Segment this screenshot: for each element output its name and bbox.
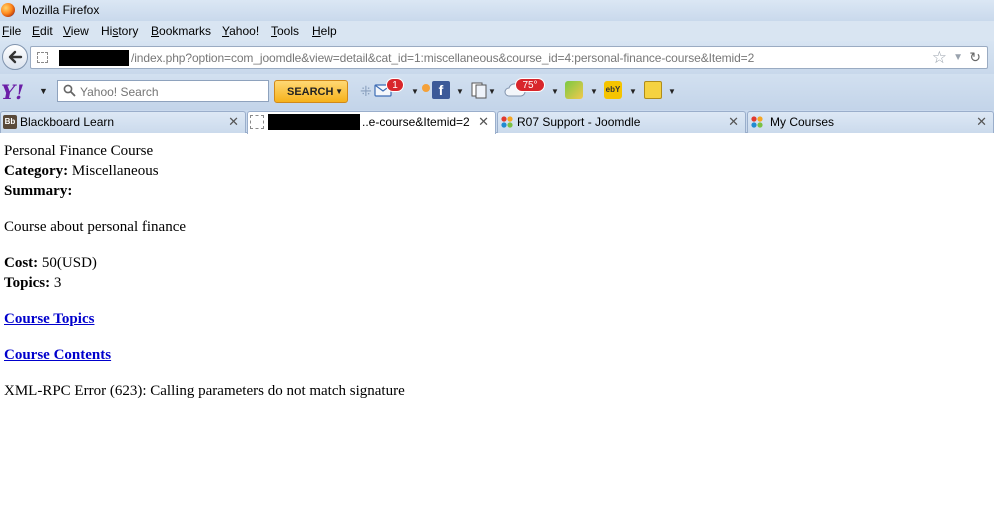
tab-blackboard-learn[interactable]: Bb Blackboard Learn ✕: [0, 111, 246, 133]
app-icon[interactable]: [565, 81, 583, 99]
sparkle-icon: [422, 84, 430, 92]
close-tab-icon[interactable]: ✕: [728, 114, 739, 130]
mail-chevron-down-icon[interactable]: ▼: [411, 87, 419, 96]
tab-course-detail[interactable]: ..e-course&Itemid=2 ✕: [247, 111, 496, 134]
category-row: Category: Miscellaneous: [4, 163, 159, 180]
app-chevron-down-icon[interactable]: ▼: [590, 87, 598, 96]
summary-text: Course about personal finance: [4, 219, 187, 235]
site-identity-icon[interactable]: [37, 52, 48, 63]
menu-tools[interactable]: Tools: [271, 24, 299, 38]
course-contents-row: Course Contents: [4, 347, 111, 364]
category-label: Category:: [4, 163, 69, 179]
navigation-bar: /index.php?option=com_joomdle&view=detai…: [0, 41, 994, 74]
close-tab-icon[interactable]: ✕: [976, 114, 987, 130]
reload-icon[interactable]: ↻: [969, 49, 981, 66]
page-icon: [250, 115, 264, 129]
url-text[interactable]: /index.php?option=com_joomdle&view=detai…: [131, 51, 754, 65]
menu-view[interactable]: View: [63, 24, 89, 38]
yahoo-search-box[interactable]: [57, 80, 269, 102]
yahoo-search-input[interactable]: [78, 82, 268, 102]
redacted-host: [59, 50, 129, 66]
close-tab-icon[interactable]: ✕: [478, 114, 489, 130]
weather-chevron-down-icon[interactable]: ▼: [551, 87, 559, 96]
joomla-icon: [751, 116, 763, 128]
tab-bar: Bb Blackboard Learn ✕ ..e-course&Itemid=…: [0, 110, 994, 134]
ebay-chevron-down-icon[interactable]: ▼: [629, 87, 637, 96]
facebook-icon[interactable]: f: [432, 81, 450, 99]
course-topics-row: Course Topics: [4, 311, 94, 328]
yahoo-logo-icon[interactable]: Y!: [1, 80, 24, 104]
yahoo-menu-chevron-down-icon[interactable]: ▼: [39, 86, 48, 96]
window-title: Mozilla Firefox: [22, 3, 100, 17]
menu-file[interactable]: File: [2, 24, 21, 38]
tab-my-courses[interactable]: My Courses ✕: [747, 111, 994, 133]
category-value: Miscellaneous: [71, 163, 159, 179]
topics-value: 3: [53, 275, 62, 291]
bookmark-star-icon[interactable]: ☆: [932, 48, 947, 68]
topics-row: Topics: 3: [4, 275, 61, 292]
course-contents-link[interactable]: Course Contents: [4, 347, 111, 363]
pages-chevron-down-icon[interactable]: ▼: [488, 87, 496, 96]
url-bar[interactable]: /index.php?option=com_joomdle&view=detai…: [30, 46, 988, 69]
course-topics-link[interactable]: Course Topics: [4, 311, 94, 327]
menu-edit[interactable]: Edit: [32, 24, 53, 38]
mail-count-badge: 1: [386, 78, 404, 92]
cost-row: Cost: 50(USD): [4, 255, 97, 272]
yahoo-search-button[interactable]: SEARCH ▼: [274, 80, 348, 103]
chevron-down-icon[interactable]: ▼: [335, 87, 343, 96]
weather-temp-badge: 75°: [515, 78, 545, 92]
url-history-dropdown-icon[interactable]: ▼: [953, 52, 963, 63]
error-message: XML-RPC Error (623): Calling parameters …: [4, 383, 405, 399]
menu-help[interactable]: Help: [312, 24, 337, 38]
ebay-icon[interactable]: ebY: [604, 81, 622, 99]
joomla-icon: [501, 116, 513, 128]
cost-value: 50(USD): [41, 255, 97, 271]
redacted-tab-title: [268, 114, 360, 130]
back-button[interactable]: [2, 44, 28, 70]
menu-yahoo[interactable]: Yahoo!: [222, 24, 259, 38]
notepad-icon[interactable]: [644, 81, 662, 99]
topics-label: Topics:: [4, 275, 51, 291]
notepad-chevron-down-icon[interactable]: ▼: [668, 87, 676, 96]
menu-bar: File Edit View History Bookmarks Yahoo! …: [0, 21, 994, 41]
summary-label: Summary:: [4, 183, 73, 199]
summary-row: Summary:: [4, 183, 72, 200]
facebook-chevron-down-icon[interactable]: ▼: [456, 87, 464, 96]
menu-history[interactable]: History: [101, 24, 138, 38]
firefox-logo-icon: [1, 3, 15, 17]
pages-icon[interactable]: [470, 81, 488, 99]
tab-r07-support-joomdle[interactable]: R07 Support - Joomdle ✕: [497, 111, 746, 133]
course-title: Personal Finance Course: [4, 143, 154, 159]
window-title-bar: Mozilla Firefox: [0, 0, 994, 21]
menu-bookmarks[interactable]: Bookmarks: [151, 24, 211, 38]
close-tab-icon[interactable]: ✕: [228, 114, 239, 130]
cost-label: Cost:: [4, 255, 39, 271]
toolbar-grip-icon: ⁜: [360, 83, 372, 99]
blackboard-icon: Bb: [3, 115, 17, 129]
yahoo-toolbar: Y! ▼ SEARCH ▼ ⁜ 1 ▼ f ▼ ▼ 75° ▼ ▼ ebY ▼ …: [0, 74, 994, 110]
search-icon: [63, 84, 76, 97]
back-arrow-icon: [8, 50, 23, 64]
